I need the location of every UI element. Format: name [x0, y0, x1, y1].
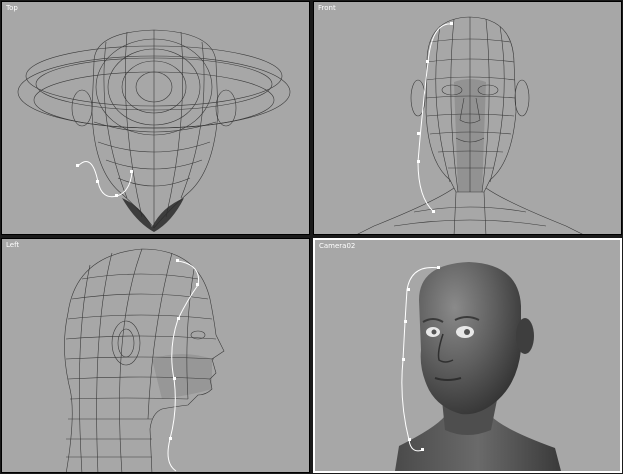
- front-wireframe: [357, 16, 583, 234]
- viewport-camera[interactable]: Camera02: [313, 238, 622, 473]
- camera-shaded-head: [395, 262, 561, 471]
- viewport-front[interactable]: Front: [313, 1, 622, 235]
- left-wireframe: [64, 248, 225, 472]
- viewport-top[interactable]: Top: [1, 1, 310, 235]
- top-wireframe: [17, 29, 291, 232]
- viewport-left[interactable]: Left: [1, 238, 310, 473]
- viewport-layout: Top Front Left Camera02: [0, 0, 623, 474]
